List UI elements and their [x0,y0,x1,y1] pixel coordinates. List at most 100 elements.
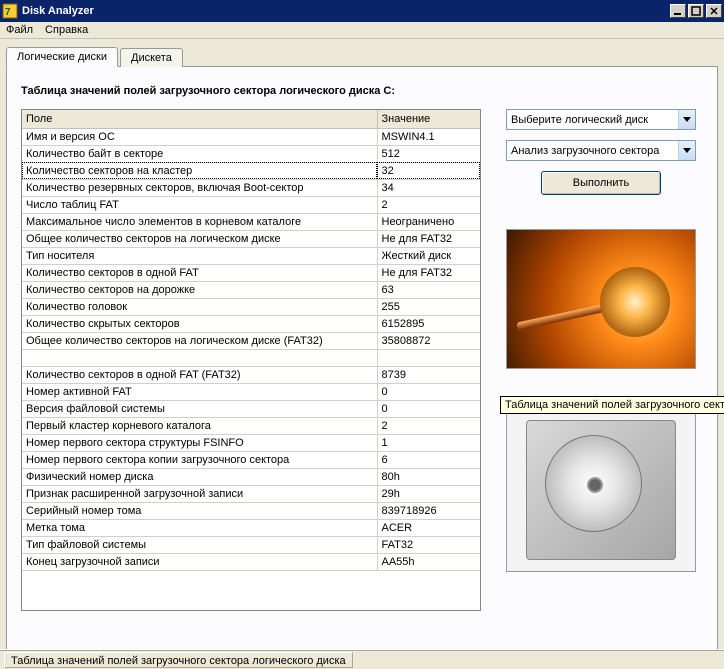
cell-value [377,349,480,366]
table-row[interactable]: Номер активной FAT0 [22,383,480,400]
cell-field: Номер первого сектора структуры FSINFO [22,434,377,451]
cell-value: AA55h [377,553,480,570]
table-row[interactable]: Имя и версия ОСMSWIN4.1 [22,128,480,145]
cell-field: Первый кластер корневого каталога [22,417,377,434]
svg-text:7: 7 [5,7,11,18]
menu-file[interactable]: Файл [6,24,33,36]
cell-field: Количество секторов на кластер [22,162,377,179]
table-row[interactable]: Количество головок255 [22,298,480,315]
cell-value: 1 [377,434,480,451]
chevron-down-icon[interactable] [678,110,695,129]
cell-value: Неограничено [377,213,480,230]
cell-value: ACER [377,519,480,536]
side-panel: Выберите логический диск Анализ загрузоч… [499,109,703,611]
execute-button[interactable]: Выполнить [541,171,661,195]
table-row[interactable] [22,349,480,366]
cell-value: Жесткий диск [377,247,480,264]
table-row[interactable]: Количество секторов на кластер32 [22,162,480,179]
tab-floppy[interactable]: Дискета [120,48,183,67]
table-row[interactable]: Номер первого сектора структуры FSINFO1 [22,434,480,451]
cell-field: Тип носителя [22,247,377,264]
panel-heading: Таблица значений полей загрузочного сект… [21,85,703,97]
minimize-button[interactable] [670,4,686,18]
cell-field: Количество байт в секторе [22,145,377,162]
maximize-button[interactable] [688,4,704,18]
select-disk-label: Выберите логический диск [511,114,648,126]
menubar: Файл Справка [0,22,724,39]
analysis-combo[interactable]: Анализ загрузочного сектора [506,140,696,161]
hdd-image-open [506,229,696,369]
cell-field: Количество скрытых секторов [22,315,377,332]
cell-field: Серийный номер тома [22,502,377,519]
table-row[interactable]: Количество байт в секторе512 [22,145,480,162]
cell-field: Общее количество секторов на логическом … [22,332,377,349]
cell-field: Метка тома [22,519,377,536]
table-row[interactable]: Тип файловой системыFAT32 [22,536,480,553]
table-row[interactable]: Число таблиц FAT2 [22,196,480,213]
cell-field: Номер активной FAT [22,383,377,400]
table-row[interactable]: Физический номер диска80h [22,468,480,485]
cell-field: Количество секторов в одной FAT (FAT32) [22,366,377,383]
cell-value: 32 [377,162,480,179]
cell-value: MSWIN4.1 [377,128,480,145]
table-row[interactable]: Версия файловой системы0 [22,400,480,417]
cell-value: 2 [377,196,480,213]
cell-field: Физический номер диска [22,468,377,485]
table-row[interactable]: Максимальное число элементов в корневом … [22,213,480,230]
table-row[interactable]: Количество секторов на дорожке63 [22,281,480,298]
statusbar: Таблица значений полей загрузочного сект… [0,649,724,669]
cell-field: Число таблиц FAT [22,196,377,213]
hdd-image-top [506,407,696,572]
cell-field: Признак расширенной загрузочной записи [22,485,377,502]
cell-value: 2 [377,417,480,434]
cell-field: Максимальное число элементов в корневом … [22,213,377,230]
table-row[interactable]: Признак расширенной загрузочной записи29… [22,485,480,502]
table-row[interactable]: Конец загрузочной записиAA55h [22,553,480,570]
cell-value: Не для FAT32 [377,230,480,247]
tooltip: Таблица значений полей загрузочного сект… [500,396,724,414]
menu-help[interactable]: Справка [45,24,88,36]
titlebar: 7 Disk Analyzer [0,0,724,22]
table-row[interactable]: Тип носителяЖесткий диск [22,247,480,264]
cell-value: 512 [377,145,480,162]
cell-value: 0 [377,383,480,400]
tab-logical-disks[interactable]: Логические диски [6,47,118,67]
tabpanel-logical: Таблица значений полей загрузочного сект… [6,67,718,667]
close-button[interactable] [706,4,722,18]
cell-field: Количество секторов на дорожке [22,281,377,298]
cell-value: 35808872 [377,332,480,349]
chevron-down-icon[interactable] [678,141,695,160]
cell-field: Количество резервных секторов, включая B… [22,179,377,196]
analysis-label: Анализ загрузочного сектора [511,145,659,157]
cell-field: Общее количество секторов на логическом … [22,230,377,247]
cell-field: Номер первого сектора копии загрузочного… [22,451,377,468]
cell-value: 839718926 [377,502,480,519]
select-disk-combo[interactable]: Выберите логический диск [506,109,696,130]
col-header-field[interactable]: Поле [22,110,377,128]
table-row[interactable]: Номер первого сектора копии загрузочного… [22,451,480,468]
table-row[interactable]: Количество скрытых секторов6152895 [22,315,480,332]
cell-value: 8739 [377,366,480,383]
col-header-value[interactable]: Значение [377,110,480,128]
table-row[interactable]: Количество секторов в одной FAT (FAT32)8… [22,366,480,383]
cell-field: Количество секторов в одной FAT [22,264,377,281]
table-row[interactable]: Общее количество секторов на логическом … [22,332,480,349]
cell-value: 6152895 [377,315,480,332]
table-row[interactable]: Количество секторов в одной FATНе для FA… [22,264,480,281]
cell-value: 34 [377,179,480,196]
table-row[interactable]: Общее количество секторов на логическом … [22,230,480,247]
app-icon: 7 [2,3,18,19]
cell-field: Имя и версия ОС [22,128,377,145]
cell-value: 0 [377,400,480,417]
cell-field: Тип файловой системы [22,536,377,553]
cell-value: FAT32 [377,536,480,553]
cell-value: 6 [377,451,480,468]
table-row[interactable]: Серийный номер тома839718926 [22,502,480,519]
table-row[interactable]: Первый кластер корневого каталога2 [22,417,480,434]
cell-value: 80h [377,468,480,485]
cell-field: Конец загрузочной записи [22,553,377,570]
cell-field: Версия файловой системы [22,400,377,417]
table-row[interactable]: Метка томаACER [22,519,480,536]
cell-value: Не для FAT32 [377,264,480,281]
table-row[interactable]: Количество резервных секторов, включая B… [22,179,480,196]
